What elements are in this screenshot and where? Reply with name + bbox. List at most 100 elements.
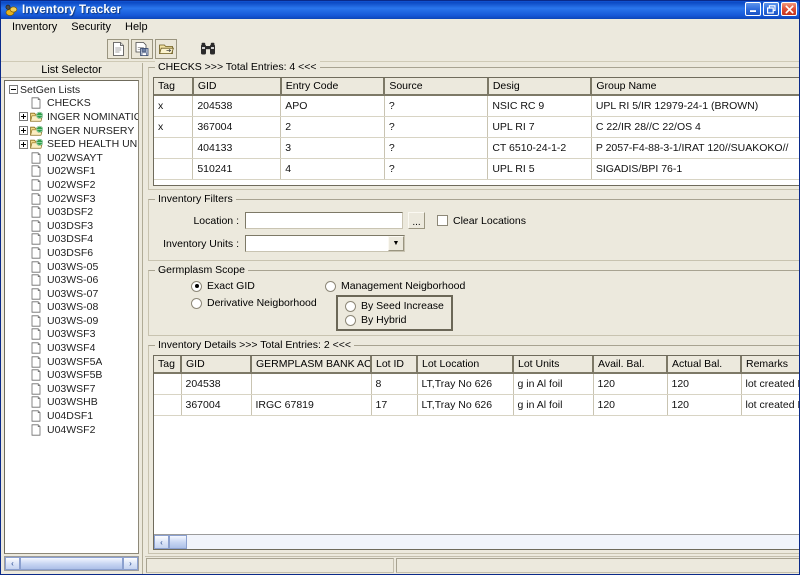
list-icon bbox=[30, 328, 44, 341]
sidebar-item-inger-nursery[interactable]: INGER NURSERY bbox=[7, 124, 138, 138]
location-input[interactable] bbox=[245, 212, 403, 229]
sidebar-item-u02wsf1[interactable]: U02WSF1 bbox=[7, 165, 138, 179]
location-browse-button[interactable]: ... bbox=[408, 212, 425, 229]
expand-plus-icon[interactable] bbox=[19, 112, 28, 122]
col-entry-code[interactable]: Entry Code bbox=[280, 78, 386, 96]
table-row[interactable]: 367004 IRGC 67819 17 LT,Tray No 626 g in Al … bbox=[154, 394, 799, 416]
col-d-actual-bal[interactable]: Actual Bal. bbox=[667, 356, 742, 374]
col-desig[interactable]: Desig bbox=[487, 78, 593, 96]
menu-security[interactable]: Security bbox=[64, 19, 118, 35]
menu-help[interactable]: Help bbox=[118, 19, 155, 35]
sidebar-item-u03wsf3[interactable]: U03WSF3 bbox=[7, 328, 138, 342]
table-row[interactable]: x 204538 APO? NSIC RC 9 UPL RI 5/IR 12979-24… bbox=[154, 95, 799, 117]
cell-lot-id: 17 bbox=[371, 394, 418, 416]
sidebar-item-inger-nomination-li[interactable]: INGER NOMINATION LI bbox=[7, 110, 138, 124]
clear-locations-checkbox[interactable] bbox=[437, 215, 448, 226]
sidebar-item-u03wsf7[interactable]: U03WSF7 bbox=[7, 382, 138, 396]
expand-plus-icon[interactable] bbox=[19, 126, 28, 136]
radio-exact-gid[interactable]: Exact GID bbox=[191, 280, 325, 292]
scroll-left-arrow-icon[interactable]: ‹ bbox=[5, 557, 20, 570]
col-group-name[interactable]: Group Name bbox=[591, 78, 799, 96]
scroll-thumb[interactable] bbox=[20, 557, 123, 570]
restore-button[interactable] bbox=[763, 2, 779, 16]
col-source[interactable]: Source bbox=[384, 78, 489, 96]
col-d-accession[interactable]: GERMPLASM BANK ACCESSI bbox=[251, 356, 372, 374]
sidebar-item-u03wshb[interactable]: U03WSHB bbox=[7, 396, 138, 410]
tree-node-root[interactable]: SetGen Lists bbox=[7, 83, 138, 97]
tree-node-label: U03WSF3 bbox=[47, 328, 96, 341]
sidebar-item-u03dsf2[interactable]: U03DSF2 bbox=[7, 205, 138, 219]
radio-derivative-neighborhood[interactable]: Derivative Neigborhood bbox=[191, 297, 325, 309]
save-as-icon[interactable] bbox=[131, 38, 153, 59]
details-empty-area bbox=[154, 415, 799, 534]
sidebar-horizontal-scrollbar[interactable]: ‹ › bbox=[4, 556, 139, 571]
col-d-avail-bal[interactable]: Avail. Bal. bbox=[593, 356, 668, 374]
menu-inventory[interactable]: Inventory bbox=[5, 19, 64, 35]
details-scroll-thumb[interactable] bbox=[169, 535, 187, 549]
radio-by-seed-increase[interactable]: By Seed Increase bbox=[345, 300, 444, 312]
sidebar-item-u02wsf3[interactable]: U02WSF3 bbox=[7, 192, 138, 206]
details-scroll-track[interactable] bbox=[169, 535, 799, 549]
col-d-lot-units[interactable]: Lot Units bbox=[513, 356, 594, 374]
minimize-button[interactable] bbox=[745, 2, 761, 16]
table-row[interactable]: 404133 3? CT 6510-24-1-2 P 2057-F4-88-3-1/I… bbox=[154, 137, 799, 159]
sidebar-item-u02wsf2[interactable]: U02WSF2 bbox=[7, 178, 138, 192]
tree-container[interactable]: SetGen Lists CHECKSINGER NOMINATION LIIN… bbox=[4, 80, 139, 554]
open-folder-icon[interactable] bbox=[155, 38, 177, 59]
sidebar-item-u03dsf6[interactable]: U03DSF6 bbox=[7, 246, 138, 260]
details-scroll-left-arrow-icon[interactable]: ‹ bbox=[154, 535, 169, 549]
sidebar-item-u04dsf1[interactable]: U04DSF1 bbox=[7, 409, 138, 423]
col-d-gid[interactable]: GID bbox=[181, 356, 252, 374]
close-button[interactable] bbox=[781, 2, 797, 16]
radio-by-hybrid[interactable]: By Hybrid bbox=[345, 314, 444, 326]
chevron-down-icon[interactable]: ▼ bbox=[388, 236, 404, 251]
col-tag[interactable]: Tag bbox=[154, 78, 194, 96]
details-horizontal-scrollbar[interactable]: ‹ bbox=[154, 534, 799, 549]
sidebar-item-u03dsf3[interactable]: U03DSF3 bbox=[7, 219, 138, 233]
radio-seed-increase-indicator[interactable] bbox=[345, 300, 356, 312]
table-row[interactable]: 204538 8 LT,Tray No 626 g in Al foil 120 120 l… bbox=[154, 373, 799, 395]
sidebar-item-checks[interactable]: CHECKS bbox=[7, 97, 138, 111]
scroll-track[interactable] bbox=[20, 557, 123, 570]
sidebar-item-u02wsayt[interactable]: U02WSAYT bbox=[7, 151, 138, 165]
list-icon bbox=[30, 315, 44, 327]
sidebar-item-u03ws-07[interactable]: U03WS-07 bbox=[7, 287, 138, 301]
inventory-units-select[interactable]: ▼ bbox=[245, 235, 405, 252]
col-d-lot-id[interactable]: Lot ID bbox=[371, 356, 418, 374]
col-gid[interactable]: GID bbox=[192, 78, 282, 96]
find-binoculars-icon[interactable] bbox=[197, 38, 219, 59]
sidebar-item-u03wsf5b[interactable]: U03WSF5B bbox=[7, 368, 138, 382]
sidebar-item-u03wsf4[interactable]: U03WSF4 bbox=[7, 341, 138, 355]
list-icon bbox=[30, 260, 44, 273]
cell-gid: 367004 bbox=[181, 394, 252, 416]
germplasm-scope-title: Germplasm Scope bbox=[155, 264, 248, 276]
checks-table-container[interactable]: Tag GID Entry Code Source Desig Group Na… bbox=[153, 77, 799, 186]
radio-management-neighborhood[interactable]: Management Neigborhood bbox=[325, 280, 465, 292]
col-d-tag[interactable]: Tag bbox=[154, 356, 182, 374]
sidebar-item-u03ws-06[interactable]: U03WS-06 bbox=[7, 273, 138, 287]
radio-derivative-indicator[interactable] bbox=[191, 297, 202, 309]
sidebar-item-u03ws-08[interactable]: U03WS-08 bbox=[7, 301, 138, 315]
sidebar-item-u03ws-09[interactable]: U03WS-09 bbox=[7, 314, 138, 328]
collapse-minus-icon[interactable] bbox=[9, 85, 18, 95]
new-document-icon[interactable] bbox=[107, 38, 129, 59]
table-row[interactable]: x 367004 2? UPL RI 7C 22/IR 28//C 22/OS 4 bbox=[154, 116, 799, 138]
clear-locations-row[interactable]: Clear Locations bbox=[437, 215, 526, 227]
tree-children: CHECKSINGER NOMINATION LIINGER NURSERYSE… bbox=[7, 97, 138, 437]
radio-exact-gid-indicator[interactable] bbox=[191, 280, 202, 292]
expand-plus-icon[interactable] bbox=[19, 139, 28, 149]
sidebar-item-seed-health-unit[interactable]: SEED HEALTH UNIT bbox=[7, 137, 138, 151]
cell-gid: 204538 bbox=[181, 373, 252, 395]
scroll-right-arrow-icon[interactable]: › bbox=[123, 557, 138, 570]
sidebar-item-u04wsf2[interactable]: U04WSF2 bbox=[7, 423, 138, 437]
radio-management-indicator[interactable] bbox=[325, 280, 336, 292]
inventory-details-table-container[interactable]: Tag GID GERMPLASM BANK ACCESSI Lot ID Lo… bbox=[153, 355, 799, 550]
sidebar-item-u03ws-05[interactable]: U03WS-05 bbox=[7, 260, 138, 274]
sidebar-item-u03dsf4[interactable]: U03DSF4 bbox=[7, 233, 138, 247]
sidebar-item-u03wsf5a[interactable]: U03WSF5A bbox=[7, 355, 138, 369]
table-row[interactable]: 510241 4? UPL RI 5 SIGADIS/BPI 76-1 bbox=[154, 158, 799, 180]
col-d-remarks[interactable]: Remarks bbox=[741, 356, 799, 374]
tree-node-label: INGER NURSERY bbox=[47, 124, 135, 137]
radio-by-hybrid-indicator[interactable] bbox=[345, 314, 356, 326]
col-d-lot-location[interactable]: Lot Location bbox=[417, 356, 514, 374]
